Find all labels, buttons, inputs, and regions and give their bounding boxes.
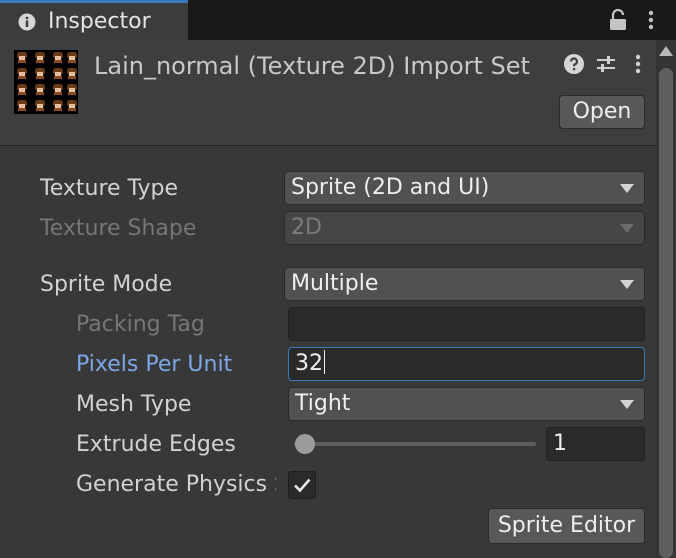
inspector-header: Lain_normal (Texture 2D) Import Set Open — [0, 40, 656, 146]
kebab-menu-icon[interactable] — [632, 52, 644, 76]
texture-type-value: Sprite (2D and UI) — [291, 175, 490, 200]
extrude-edges-slider-knob[interactable] — [295, 434, 315, 454]
open-button[interactable]: Open — [559, 95, 645, 129]
packing-tag-label: Packing Tag — [76, 312, 205, 337]
tab-inspector[interactable]: Inspector — [0, 0, 188, 40]
texture-shape-label: Texture Shape — [40, 216, 197, 241]
texture-type-label: Texture Type — [40, 176, 179, 201]
texture-shape-dropdown: 2D — [284, 211, 645, 245]
pixels-per-unit-label: Pixels Per Unit — [76, 352, 233, 377]
sprite-mode-dropdown[interactable]: Multiple — [284, 267, 645, 301]
kebab-menu-icon[interactable] — [644, 8, 658, 32]
pixels-per-unit-input[interactable]: 32 — [288, 347, 645, 381]
sprite-mode-label: Sprite Mode — [40, 272, 173, 297]
asset-title: Lain_normal (Texture 2D) Import Set — [94, 52, 530, 80]
tab-label: Inspector — [48, 9, 151, 34]
texture-type-dropdown[interactable]: Sprite (2D and UI) — [284, 171, 645, 205]
mesh-type-dropdown[interactable]: Tight — [288, 387, 645, 421]
mesh-type-label: Mesh Type — [76, 392, 192, 417]
chevron-down-icon — [620, 280, 634, 289]
scroll-thumb[interactable] — [659, 68, 673, 558]
lock-icon[interactable] — [608, 8, 628, 32]
texture-thumbnail — [14, 50, 78, 114]
extrude-edges-slider[interactable] — [294, 442, 536, 446]
sprite-editor-button[interactable]: Sprite Editor — [488, 508, 645, 544]
sprite-mode-value: Multiple — [291, 271, 379, 296]
tab-bar: Inspector — [0, 0, 676, 40]
text-caret — [324, 350, 325, 374]
extrude-edges-label: Extrude Edges — [76, 432, 236, 457]
extrude-edges-input[interactable]: 1 — [546, 427, 645, 461]
chevron-down-icon — [620, 400, 634, 409]
mesh-type-value: Tight — [295, 391, 351, 416]
generate-physics-label: Generate Physics Shape — [76, 472, 276, 497]
generate-physics-checkbox[interactable] — [288, 471, 316, 499]
packing-tag-input[interactable] — [288, 307, 645, 341]
pixels-per-unit-value: 32 — [295, 351, 323, 376]
info-icon — [18, 13, 36, 30]
help-icon[interactable] — [563, 53, 585, 75]
texture-shape-value: 2D — [291, 215, 322, 240]
scrollbar[interactable] — [656, 40, 676, 558]
scroll-up-arrow-icon[interactable] — [659, 46, 673, 56]
chevron-down-icon — [620, 224, 634, 233]
chevron-down-icon — [620, 184, 634, 193]
presets-icon[interactable] — [595, 52, 617, 76]
checkmark-icon — [294, 478, 311, 493]
